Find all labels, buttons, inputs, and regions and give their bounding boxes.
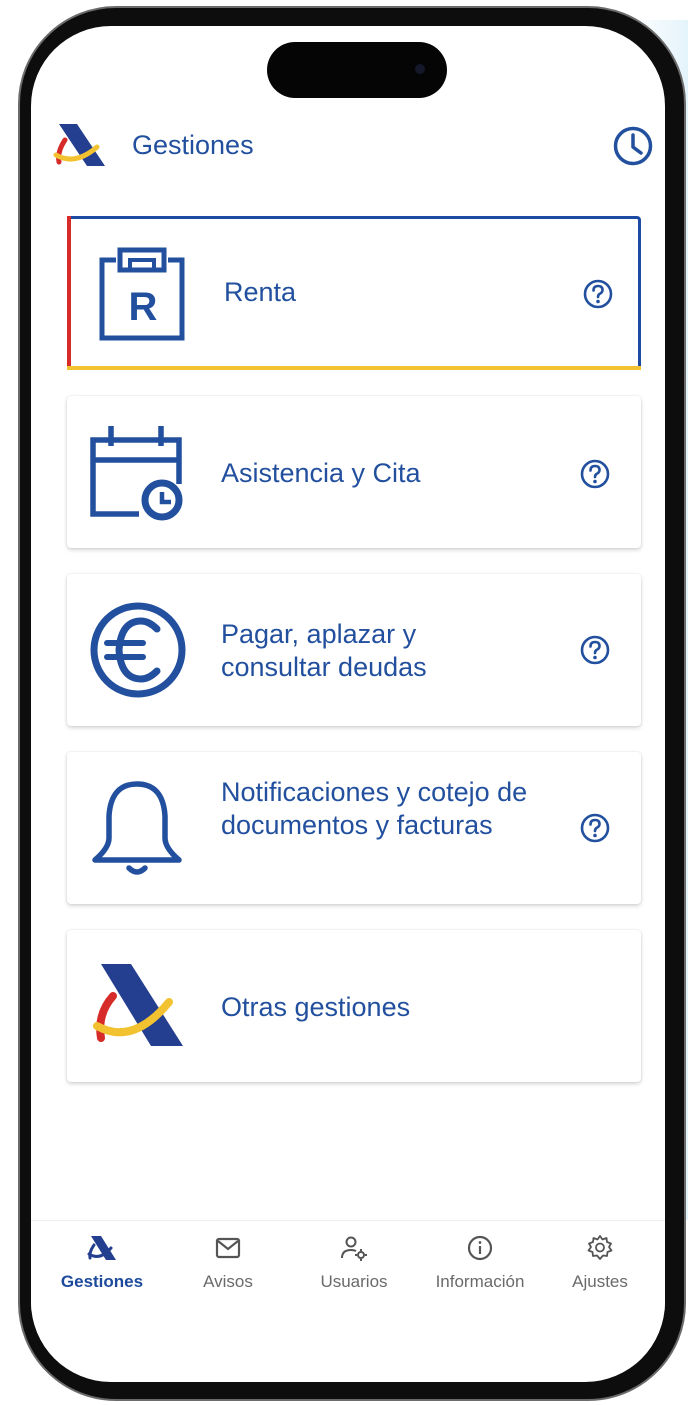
dynamic-island <box>267 42 447 98</box>
euro-icon <box>90 602 186 698</box>
card-label: Renta <box>224 277 297 307</box>
bottom-tab-bar: Gestiones Avisos Usuarios Información Aj… <box>31 1220 665 1311</box>
card-notificaciones[interactable]: Notificaciones y cotejo de documentos y … <box>67 752 641 904</box>
app-header: Gestiones <box>31 118 665 174</box>
user-settings-icon <box>341 1236 367 1261</box>
card-label: Otras gestiones <box>221 992 411 1022</box>
bell-icon <box>92 781 182 875</box>
renta-document-icon: R <box>99 247 185 341</box>
tab-ajustes[interactable]: Ajustes <box>537 1233 663 1292</box>
tab-gestiones[interactable]: Gestiones <box>39 1233 165 1292</box>
tab-label: Gestiones <box>60 1272 144 1291</box>
app-screen: Gestiones R Renta Asistencia y Cita Paga… <box>31 26 665 1382</box>
tab-informacion[interactable]: Información <box>417 1233 543 1292</box>
card-label: Notificaciones y cotejo de documentos y … <box>221 777 528 840</box>
page-title: Gestiones <box>132 130 254 160</box>
mail-icon <box>215 1237 241 1259</box>
help-icon[interactable] <box>582 278 614 310</box>
tab-avisos[interactable]: Avisos <box>165 1233 291 1292</box>
tab-label: Información <box>435 1272 525 1291</box>
clock-icon[interactable] <box>611 124 655 168</box>
gear-icon <box>587 1235 613 1260</box>
tab-label: Usuarios <box>320 1272 388 1291</box>
help-icon[interactable] <box>579 458 611 490</box>
card-label: Pagar, aplazar y consultar deudas <box>221 619 427 682</box>
help-icon[interactable] <box>579 812 611 844</box>
card-pagar-deudas[interactable]: Pagar, aplazar y consultar deudas <box>67 574 641 726</box>
aeat-logo-icon <box>93 964 183 1046</box>
tab-label: Avisos <box>203 1272 253 1291</box>
card-asistencia-cita[interactable]: Asistencia y Cita <box>67 396 641 548</box>
tab-usuarios[interactable]: Usuarios <box>291 1233 417 1292</box>
aeat-logo-icon <box>87 1236 116 1260</box>
help-icon[interactable] <box>579 634 611 666</box>
card-label: Asistencia y Cita <box>221 458 421 488</box>
selection-accent-yellow <box>67 366 641 370</box>
svg-text:R: R <box>129 285 158 329</box>
card-otras-gestiones[interactable]: Otras gestiones <box>67 930 641 1082</box>
info-icon <box>467 1235 493 1261</box>
selection-accent-red <box>67 216 71 370</box>
card-renta[interactable]: R Renta <box>67 216 641 370</box>
tab-label: Ajustes <box>572 1272 628 1291</box>
calendar-clock-icon <box>90 426 183 521</box>
aeat-logo-icon <box>53 124 105 166</box>
